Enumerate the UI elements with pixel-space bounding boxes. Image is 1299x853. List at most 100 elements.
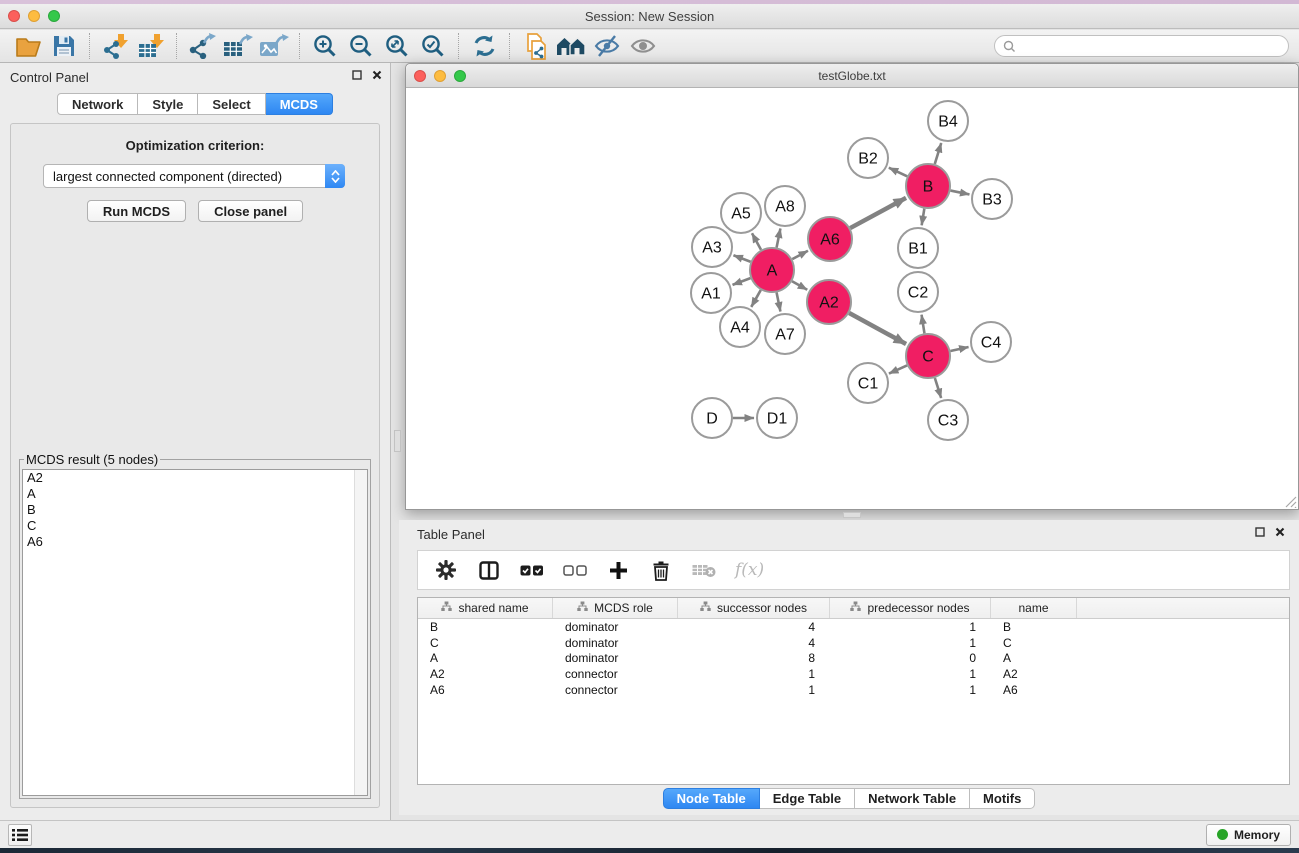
network-window-titlebar[interactable]: testGlobe.txt bbox=[406, 64, 1298, 88]
edge-A-A4[interactable] bbox=[751, 290, 760, 307]
task-history-button[interactable] bbox=[8, 824, 32, 846]
vertical-split-handle[interactable] bbox=[394, 430, 401, 452]
node-B3[interactable]: B3 bbox=[972, 179, 1012, 219]
node-C1[interactable]: C1 bbox=[848, 363, 888, 403]
select-all-columns-icon[interactable] bbox=[520, 558, 544, 582]
window-resize-grip[interactable] bbox=[1283, 494, 1297, 508]
node-C2[interactable]: C2 bbox=[898, 272, 938, 312]
node-B2[interactable]: B2 bbox=[848, 138, 888, 178]
tab-motifs[interactable]: Motifs bbox=[970, 788, 1035, 809]
result-list-scrollbar[interactable] bbox=[354, 470, 367, 795]
node-A8[interactable]: A8 bbox=[765, 186, 805, 226]
edge-A-A1[interactable] bbox=[733, 278, 751, 285]
column-header-name[interactable]: name bbox=[991, 598, 1077, 618]
edge-A2-C[interactable] bbox=[849, 313, 906, 344]
float-panel-icon[interactable] bbox=[352, 70, 362, 80]
table-row[interactable]: Bdominator41B bbox=[418, 619, 1289, 635]
tab-mcds[interactable]: MCDS bbox=[266, 93, 333, 115]
network-canvas[interactable]: B4B2BB3A8A5A6A3B1AA1C2A2A4A7C4CC1DD1C3 bbox=[406, 88, 1298, 509]
zoom-out-icon[interactable] bbox=[343, 31, 379, 61]
table-row[interactable]: A6connector11A6 bbox=[418, 682, 1289, 698]
node-C4[interactable]: C4 bbox=[971, 322, 1011, 362]
table-row[interactable]: Adominator80A bbox=[418, 650, 1289, 666]
table-settings-icon[interactable] bbox=[434, 558, 458, 582]
edge-A-A3[interactable] bbox=[733, 255, 750, 262]
edge-A-A2[interactable] bbox=[792, 281, 807, 290]
result-list-item[interactable]: A2 bbox=[23, 470, 367, 486]
node-C3[interactable]: C3 bbox=[928, 400, 968, 440]
show-column-panel-icon[interactable] bbox=[477, 558, 501, 582]
result-list-item[interactable]: A6 bbox=[23, 534, 367, 550]
edge-A-A8[interactable] bbox=[777, 229, 781, 248]
column-header-MCDS-role[interactable]: MCDS role bbox=[553, 598, 678, 618]
node-A6[interactable]: A6 bbox=[808, 217, 852, 261]
home-layout-icon[interactable] bbox=[553, 31, 589, 61]
delete-columns-icon[interactable] bbox=[649, 558, 673, 582]
tab-node-table[interactable]: Node Table bbox=[663, 788, 760, 809]
zoom-fit-icon[interactable] bbox=[379, 31, 415, 61]
export-table-icon[interactable] bbox=[220, 31, 256, 61]
memory-button[interactable]: Memory bbox=[1206, 824, 1291, 846]
tab-style[interactable]: Style bbox=[138, 93, 198, 115]
export-network-icon[interactable] bbox=[184, 31, 220, 61]
tab-select[interactable]: Select bbox=[198, 93, 265, 115]
node-A2[interactable]: A2 bbox=[807, 280, 851, 324]
import-table-icon[interactable] bbox=[133, 31, 169, 61]
node-B[interactable]: B bbox=[906, 164, 950, 208]
criterion-dropdown[interactable]: largest connected component (directed) bbox=[43, 164, 345, 188]
function-builder-icon[interactable]: f(x) bbox=[735, 558, 764, 582]
node-D[interactable]: D bbox=[692, 398, 732, 438]
node-C[interactable]: C bbox=[906, 334, 950, 378]
node-A5[interactable]: A5 bbox=[721, 193, 761, 233]
table-row[interactable]: A2connector11A2 bbox=[418, 666, 1289, 682]
tab-edge-table[interactable]: Edge Table bbox=[760, 788, 855, 809]
result-list-item[interactable]: B bbox=[23, 502, 367, 518]
node-A7[interactable]: A7 bbox=[765, 314, 805, 354]
edge-B-B3[interactable] bbox=[951, 191, 970, 195]
edge-C-C1[interactable] bbox=[889, 365, 907, 373]
open-session-icon[interactable] bbox=[10, 31, 46, 61]
edge-A-A6[interactable] bbox=[792, 251, 808, 259]
refresh-style-icon[interactable] bbox=[466, 31, 502, 61]
node-D1[interactable]: D1 bbox=[757, 398, 797, 438]
mcds-result-list[interactable]: A2ABCA6 bbox=[22, 469, 368, 796]
unselect-all-columns-icon[interactable] bbox=[563, 558, 587, 582]
node-A1[interactable]: A1 bbox=[691, 273, 731, 313]
edge-C-C3[interactable] bbox=[935, 378, 941, 398]
delete-table-icon[interactable] bbox=[692, 558, 716, 582]
result-list-item[interactable]: C bbox=[23, 518, 367, 534]
edge-A-A7[interactable] bbox=[777, 293, 781, 312]
table-row[interactable]: Cdominator41C bbox=[418, 635, 1289, 651]
column-header-shared-name[interactable]: shared name bbox=[418, 598, 553, 618]
tab-network-table[interactable]: Network Table bbox=[855, 788, 970, 809]
add-column-icon[interactable] bbox=[606, 558, 630, 582]
edge-C-C4[interactable] bbox=[950, 347, 968, 351]
clone-network-icon[interactable] bbox=[517, 31, 553, 61]
close-table-panel-icon[interactable] bbox=[1275, 527, 1285, 537]
hide-network-icon[interactable] bbox=[589, 31, 625, 61]
search-input[interactable] bbox=[1016, 39, 1280, 53]
result-list-item[interactable]: A bbox=[23, 486, 367, 502]
edge-B-B1[interactable] bbox=[922, 209, 925, 226]
horizontal-split-handle[interactable] bbox=[843, 512, 861, 518]
tab-network[interactable]: Network bbox=[57, 93, 138, 115]
node-A4[interactable]: A4 bbox=[720, 307, 760, 347]
show-eye-icon[interactable] bbox=[625, 31, 661, 61]
zoom-selected-icon[interactable] bbox=[415, 31, 451, 61]
close-panel-icon[interactable] bbox=[372, 70, 382, 80]
edge-A-A5[interactable] bbox=[752, 233, 761, 250]
edge-B-B4[interactable] bbox=[935, 143, 941, 164]
edge-B-B2[interactable] bbox=[889, 168, 907, 177]
close-panel-button[interactable]: Close panel bbox=[198, 200, 303, 222]
run-mcds-button[interactable]: Run MCDS bbox=[87, 200, 186, 222]
search-field[interactable] bbox=[994, 35, 1289, 57]
node-A3[interactable]: A3 bbox=[692, 227, 732, 267]
float-table-panel-icon[interactable] bbox=[1255, 527, 1265, 537]
node-B4[interactable]: B4 bbox=[928, 101, 968, 141]
edge-C-C2[interactable] bbox=[922, 315, 925, 334]
column-header-predecessor-nodes[interactable]: predecessor nodes bbox=[830, 598, 991, 618]
import-network-icon[interactable] bbox=[97, 31, 133, 61]
column-header-successor-nodes[interactable]: successor nodes bbox=[678, 598, 830, 618]
edge-A6-B[interactable] bbox=[850, 198, 906, 228]
node-A[interactable]: A bbox=[750, 248, 794, 292]
